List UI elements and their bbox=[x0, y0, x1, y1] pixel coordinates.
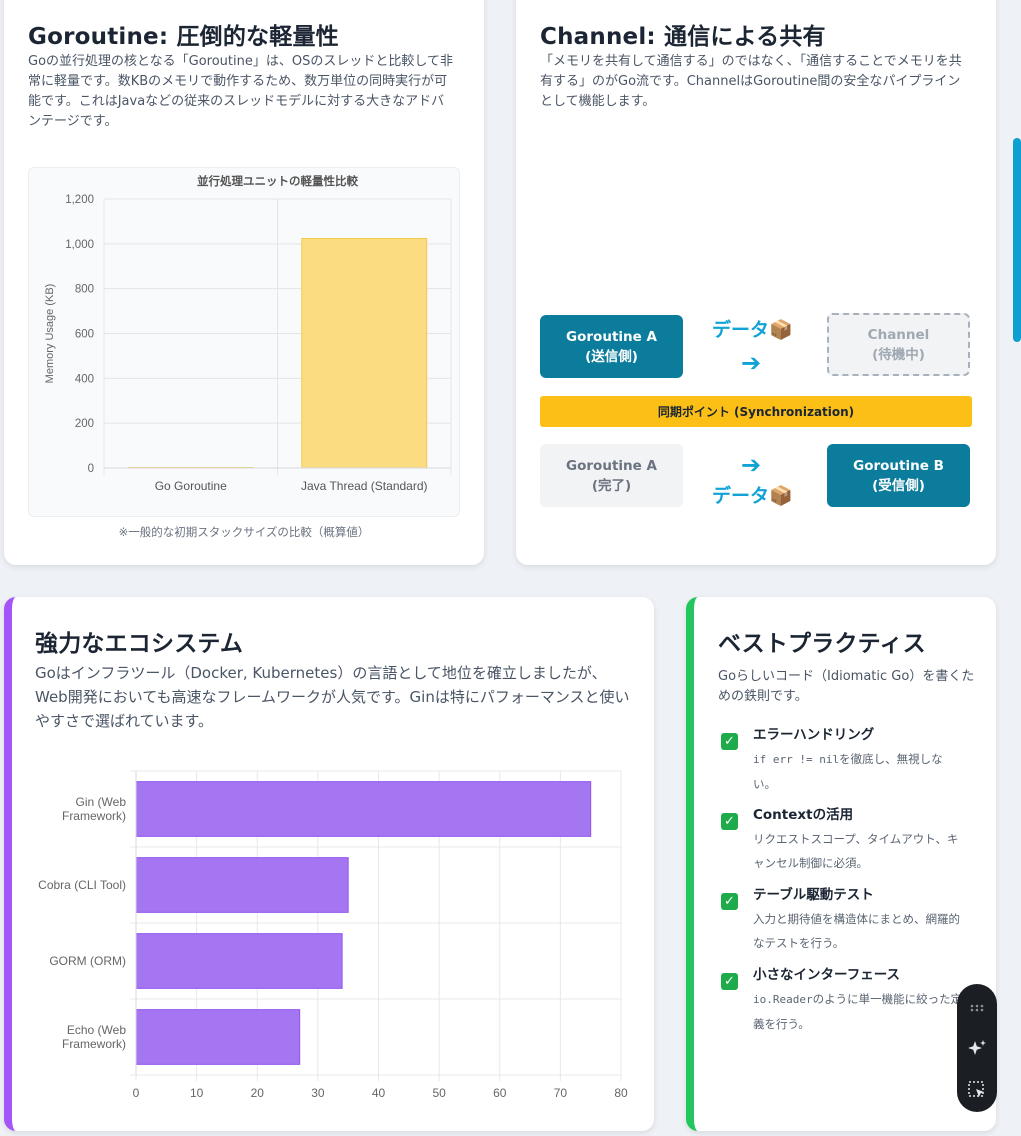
ecosystem-bar bbox=[135, 1009, 301, 1065]
data-label-top: データ📦 bbox=[712, 319, 793, 341]
y-category-label: Echo (Web Framework) bbox=[62, 1023, 126, 1051]
sync-point-bar: 同期ポイント (Synchronization) bbox=[540, 396, 972, 427]
y-category-label-line: Gin (Web bbox=[76, 795, 127, 809]
y-category-label-line: GORM (ORM) bbox=[49, 954, 126, 968]
goroutine-card: Goroutine: 圧倒的な軽量性 Goの並行処理の核となる「Goroutin… bbox=[4, 0, 484, 565]
done-goroutine-node: Goroutine A (完了) bbox=[540, 444, 683, 507]
tip-item: ✓ エラーハンドリング if err != nilを徹底し、無視しない。 bbox=[721, 723, 981, 803]
y-tick-label: 1,000 bbox=[65, 239, 94, 251]
x-tick-label: 0 bbox=[133, 1086, 140, 1100]
tips-list: ✓ エラーハンドリング if err != nilを徹底し、無視しない。 ✓ C… bbox=[721, 723, 981, 1043]
channel-title: Channel: 通信による共有 bbox=[540, 24, 826, 50]
x-tick-label: 80 bbox=[614, 1086, 628, 1100]
y-category-label-line: Cobra (CLI Tool) bbox=[38, 878, 126, 892]
receiver-goroutine-node: Goroutine B (受信側) bbox=[827, 444, 970, 507]
tip-code: if err != nil bbox=[753, 753, 840, 766]
y-category-label: GORM (ORM) bbox=[49, 954, 126, 968]
channel-description: 「メモリを共有して通信する」のではなく、「通信することでメモリを共有する」のがG… bbox=[540, 54, 962, 109]
y-tick-label: 800 bbox=[75, 284, 94, 296]
arrow-right-icon: ➔ bbox=[741, 451, 762, 479]
y-category-label: Cobra (CLI Tool) bbox=[38, 878, 126, 892]
tip-description: 入力と期待値を構造体にまとめ、網羅的なテストを行う。 bbox=[753, 912, 960, 950]
chart-title: 並行処理ユニットの軽量性比較 bbox=[197, 174, 358, 188]
y-axis-label: Memory Usage (KB) bbox=[44, 284, 56, 384]
tip-description: リクエストスコープ、タイムアウト、キャンセル制御に必須。 bbox=[753, 832, 959, 870]
done-name: Goroutine A bbox=[566, 457, 657, 474]
x-tick-label: 20 bbox=[251, 1086, 265, 1100]
x-category-label: Java Thread (Standard) bbox=[301, 479, 428, 493]
checkmark-icon: ✓ bbox=[721, 813, 738, 830]
scrollbar-thumb[interactable] bbox=[1013, 138, 1021, 342]
ecosystem-bar bbox=[135, 781, 592, 837]
tip-title: エラーハンドリング bbox=[753, 727, 875, 743]
x-tick-label: 50 bbox=[432, 1086, 446, 1100]
tip-title: 小さなインターフェース bbox=[753, 967, 901, 983]
ecosystem-title: 強力なエコシステム bbox=[35, 631, 244, 657]
tip-description: io.Readerのように単一機能に絞った定義を行う。 bbox=[753, 987, 963, 1036]
tip-item: ✓ テーブル駆動テスト 入力と期待値を構造体にまとめ、網羅的なテストを行う。 bbox=[721, 883, 981, 963]
select-cursor-icon[interactable] bbox=[965, 1078, 989, 1102]
y-category-label-line: Framework) bbox=[62, 1037, 126, 1051]
channel-card: Channel: 通信による共有 「メモリを共有して通信する」のではなく、「通信… bbox=[516, 0, 996, 565]
ecosystem-bar bbox=[135, 933, 343, 989]
chart-note: ※一般的な初期スタックサイズの比較（概算値） bbox=[118, 525, 370, 539]
sender-role: (送信側) bbox=[585, 348, 638, 365]
checkmark-icon: ✓ bbox=[721, 733, 738, 750]
y-category-label-line: Echo (Web bbox=[67, 1023, 126, 1037]
goroutine-title: Goroutine: 圧倒的な軽量性 bbox=[28, 24, 339, 50]
memory-bar bbox=[301, 237, 428, 469]
channel-node: Channel (待機中) bbox=[827, 313, 970, 376]
y-category-label: Gin (Web Framework) bbox=[62, 795, 126, 823]
done-state: (完了) bbox=[591, 477, 632, 494]
ecosystem-description: Goはインフラツール（Docker, Kubernetes）の言語として地位を確… bbox=[35, 664, 630, 730]
tip-description: if err != nilを徹底し、無視しない。 bbox=[753, 747, 963, 796]
channel-state: (待機中) bbox=[872, 346, 925, 363]
tip-title: Contextの活用 bbox=[753, 807, 854, 823]
best-practices-title: ベストプラクティス bbox=[718, 631, 926, 657]
x-tick-label: 60 bbox=[493, 1086, 507, 1100]
x-tick-label: 30 bbox=[311, 1086, 325, 1100]
tip-code: io.Reader bbox=[753, 993, 813, 1006]
data-label-bottom: データ📦 bbox=[712, 485, 793, 507]
channel-name: Channel bbox=[867, 326, 930, 343]
y-category-label-line: Framework) bbox=[62, 809, 126, 823]
y-tick-label: 600 bbox=[75, 329, 94, 341]
x-tick-label: 40 bbox=[372, 1086, 386, 1100]
receiver-role: (受信側) bbox=[872, 477, 925, 494]
tip-title: テーブル駆動テスト bbox=[753, 887, 874, 903]
checkmark-icon: ✓ bbox=[721, 893, 738, 910]
checkmark-icon: ✓ bbox=[721, 973, 738, 990]
best-practices-card: ベストプラクティス Goらしいコード（Idiomatic Go）を書くための鉄則… bbox=[686, 597, 996, 1131]
sparkle-icon[interactable] bbox=[965, 1037, 989, 1061]
ecosystem-bar bbox=[135, 857, 349, 913]
memory-chart: 並行処理ユニットの軽量性比較 0 200 400 600 800 1,000 1,200 Go … bbox=[44, 174, 452, 493]
y-tick-label: 1,200 bbox=[65, 194, 94, 206]
x-tick-label: 70 bbox=[554, 1086, 568, 1100]
goroutine-description: Goの並行処理の核となる「Goroutine」は、OSのスレッドと比較して非常に… bbox=[28, 54, 453, 129]
receiver-name: Goroutine B bbox=[853, 457, 944, 474]
y-tick-label: 200 bbox=[75, 418, 94, 430]
y-tick-label: 0 bbox=[88, 463, 94, 475]
tip-item: ✓ Contextの活用 リクエストスコープ、タイムアウト、キャンセル制御に必須… bbox=[721, 803, 981, 883]
sender-name: Goroutine A bbox=[566, 328, 657, 345]
tip-item: ✓ 小さなインターフェース io.Readerのように単一機能に絞った定義を行う… bbox=[721, 963, 981, 1043]
arrow-right-icon: ➔ bbox=[741, 349, 762, 377]
y-tick-label: 400 bbox=[75, 373, 94, 385]
ecosystem-chart: 0 10 20 30 40 50 60 70 80Gin (Web Framework)Cobra… bbox=[38, 770, 628, 1100]
x-category-label: Go Goroutine bbox=[155, 479, 227, 493]
x-tick-label: 10 bbox=[190, 1086, 204, 1100]
floating-toolbar bbox=[957, 984, 997, 1112]
best-practices-description: Goらしいコード（Idiomatic Go）を書くための鉄則です。 bbox=[718, 669, 975, 704]
ecosystem-card: 強力なエコシステム Goはインフラツール（Docker, Kubernetes）… bbox=[4, 597, 654, 1131]
drag-handle-icon[interactable] bbox=[965, 996, 989, 1020]
sender-goroutine-node: Goroutine A (送信側) bbox=[540, 315, 683, 378]
memory-chart-container: 並行処理ユニットの軽量性比較 0 200 400 600 800 1,000 1,200 Go … bbox=[28, 167, 460, 517]
